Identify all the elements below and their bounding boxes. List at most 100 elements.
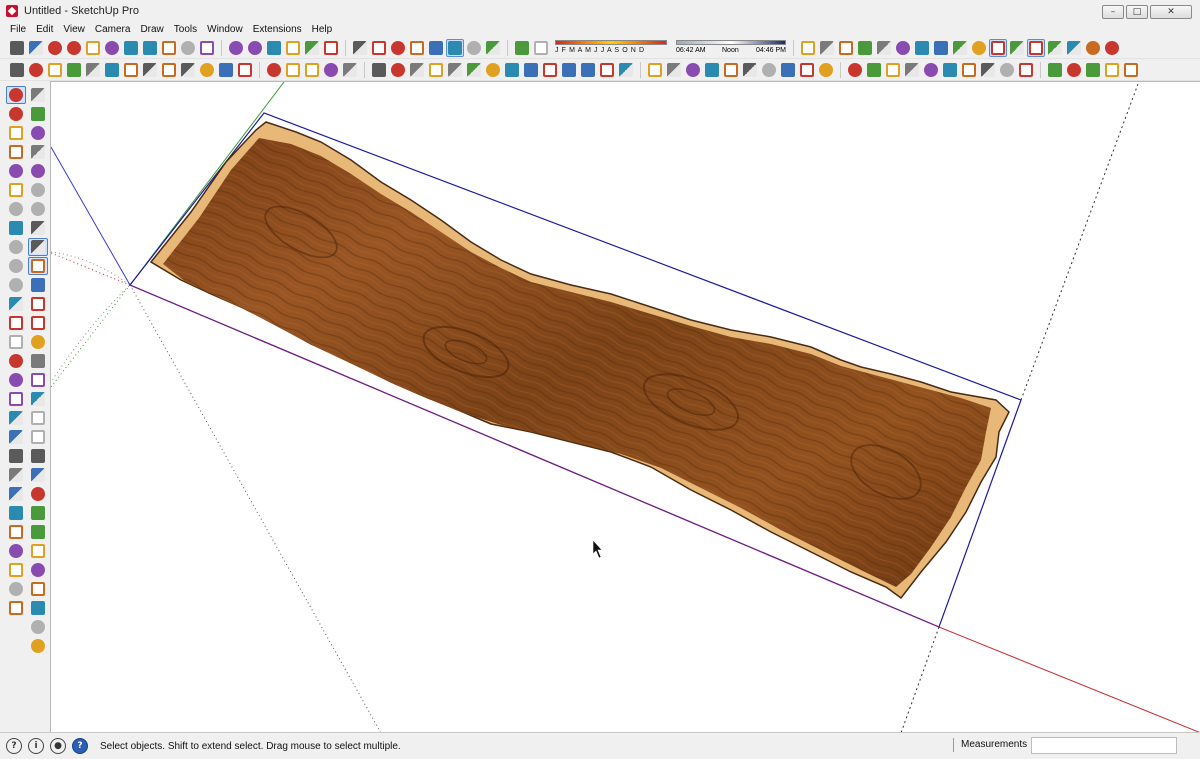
section-plane-button[interactable] (351, 39, 369, 57)
measurements-input[interactable] (1031, 737, 1177, 754)
helix-button[interactable] (84, 61, 102, 79)
brace-tool-button[interactable] (28, 485, 48, 503)
frame-tool-button[interactable] (28, 561, 48, 579)
right-tool-button[interactable] (28, 295, 48, 313)
line2-button[interactable] (560, 61, 578, 79)
grid-button[interactable] (503, 61, 521, 79)
arc-tool-button[interactable] (6, 181, 26, 199)
red-cube-button[interactable] (932, 39, 950, 57)
sandbox5-button[interactable] (722, 61, 740, 79)
user-account-icon[interactable]: ● (50, 738, 66, 754)
rectangle-tool-button[interactable] (6, 143, 26, 161)
dim-button[interactable] (370, 61, 388, 79)
ext-c-button[interactable] (913, 39, 931, 57)
orbit-tool-button[interactable] (28, 238, 48, 256)
circle-slash-button[interactable] (465, 61, 483, 79)
wireframe-button[interactable] (408, 39, 426, 57)
textured-button[interactable] (465, 39, 483, 57)
roof-tool-button[interactable] (28, 523, 48, 541)
sandbox10-button[interactable] (817, 61, 835, 79)
sun-tool-button[interactable] (6, 561, 26, 579)
menu-file[interactable]: File (10, 24, 26, 35)
pencil2-button[interactable] (522, 61, 540, 79)
axes-tool-button[interactable] (6, 447, 26, 465)
color-dots-button[interactable] (1103, 39, 1121, 57)
sandbox3-button[interactable] (684, 61, 702, 79)
materials-button[interactable] (246, 39, 264, 57)
sandbox1-button[interactable] (646, 61, 664, 79)
film-button[interactable] (1027, 38, 1045, 57)
sandbox6-button[interactable] (741, 61, 759, 79)
wall-tool-button[interactable] (28, 542, 48, 560)
close-button[interactable]: ✕ (1150, 5, 1192, 19)
iso-view-button[interactable] (799, 39, 817, 57)
menu-extensions[interactable]: Extensions (253, 24, 302, 35)
circle-button[interactable] (141, 61, 159, 79)
solid3-button[interactable] (884, 61, 902, 79)
protractor-tool-button[interactable] (6, 295, 26, 313)
paint2-tool-button[interactable] (28, 219, 48, 237)
measure-button[interactable] (408, 61, 426, 79)
wrench-button[interactable] (303, 61, 321, 79)
credits-icon[interactable]: i (28, 738, 44, 754)
circle-tool-button[interactable] (6, 162, 26, 180)
stairs-tool-button[interactable] (28, 580, 48, 598)
top-view-button[interactable] (818, 39, 836, 57)
copy-button[interactable] (84, 39, 102, 57)
comp1-button[interactable] (1065, 61, 1083, 79)
select-tool-button[interactable] (6, 86, 26, 104)
ellipse-button[interactable] (322, 61, 340, 79)
menu-view[interactable]: View (63, 24, 85, 35)
redo-button[interactable] (160, 39, 178, 57)
sandbox4-button[interactable] (703, 61, 721, 79)
shaded-button[interactable] (446, 38, 464, 57)
menu-tools[interactable]: Tools (174, 24, 197, 35)
section-tool-button[interactable] (6, 428, 26, 446)
shadow-time-track[interactable] (676, 39, 786, 45)
zoom-tool-button[interactable] (6, 314, 26, 332)
angle-button[interactable] (427, 61, 445, 79)
door-tool-button[interactable] (28, 599, 48, 617)
spline-button[interactable] (46, 61, 64, 79)
model-viewport[interactable] (50, 81, 1200, 732)
triangle-tool-button[interactable] (28, 200, 48, 218)
component-tool-button[interactable] (28, 86, 48, 104)
cross-button[interactable] (389, 61, 407, 79)
board-tool-button[interactable] (28, 390, 48, 408)
print-button[interactable] (179, 39, 197, 57)
slash-button[interactable] (446, 61, 464, 79)
sandbox2-button[interactable] (665, 61, 683, 79)
warehouse-tool-button[interactable] (6, 504, 26, 522)
extension-tool-button[interactable] (6, 523, 26, 541)
solid6-button[interactable] (941, 61, 959, 79)
cut-button[interactable] (65, 39, 83, 57)
front-tool-button[interactable] (28, 276, 48, 294)
dynamic-button[interactable] (1046, 61, 1064, 79)
square-button[interactable] (122, 61, 140, 79)
move-tool-button[interactable] (6, 219, 26, 237)
wood-slab-image[interactable] (149, 121, 1010, 600)
align-tool-button[interactable] (28, 333, 48, 351)
solid2-button[interactable] (865, 61, 883, 79)
cube-red-tool-button[interactable] (6, 580, 26, 598)
eraser-tool-button[interactable] (28, 105, 48, 123)
zigzag-button[interactable] (265, 61, 283, 79)
open-button[interactable] (27, 39, 45, 57)
spiral-button[interactable] (103, 61, 121, 79)
walk-tool-button[interactable] (6, 390, 26, 408)
front-view-button[interactable] (837, 39, 855, 57)
block-tool-button[interactable] (28, 466, 48, 484)
solid8-button[interactable] (979, 61, 997, 79)
erase-button[interactable] (122, 39, 140, 57)
question-button[interactable] (617, 61, 635, 79)
page-button[interactable] (856, 39, 874, 57)
paste-button[interactable] (103, 39, 121, 57)
split-tool-button[interactable] (28, 371, 48, 389)
save-button[interactable] (46, 39, 64, 57)
lasso-button[interactable] (341, 61, 359, 79)
arc2-button[interactable] (160, 61, 178, 79)
menu-window[interactable]: Window (207, 24, 243, 35)
geo-location-icon[interactable]: ? (6, 738, 22, 754)
curve-button[interactable] (27, 61, 45, 79)
monochrome-button[interactable] (484, 39, 502, 57)
